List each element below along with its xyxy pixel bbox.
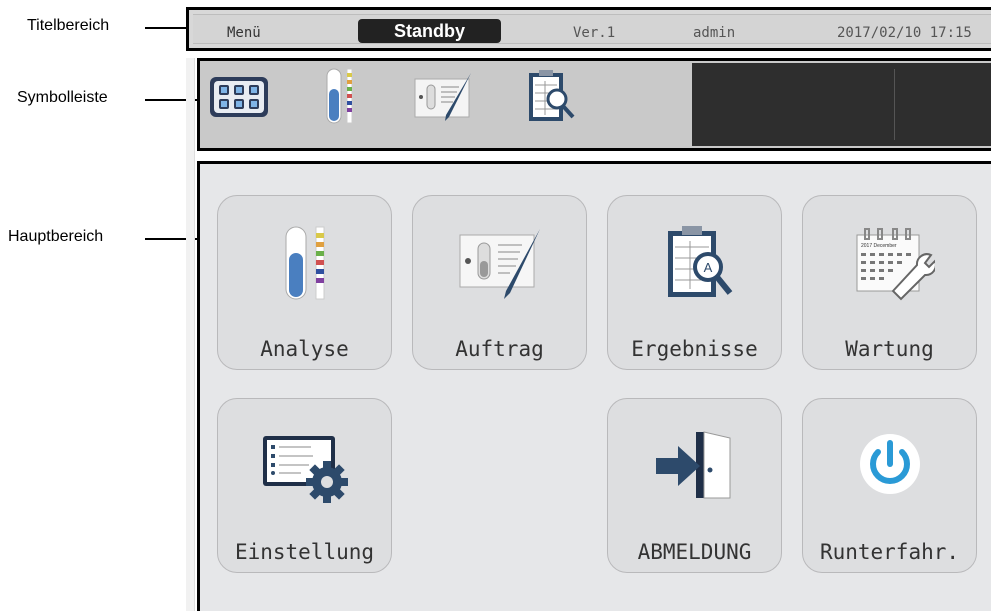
results-clipboard-icon [529, 70, 575, 121]
toolbar-results-button[interactable] [518, 65, 584, 129]
tile-label: Auftrag [455, 337, 544, 361]
datetime-label: 2017/02/10 17:15 [837, 25, 972, 41]
main-menu-icon [210, 77, 268, 117]
title-bar: Menü Standby Ver.1 admin 2017/02/10 17:1… [186, 7, 991, 51]
tile-ergebnisse[interactable]: A Ergebnisse [607, 195, 782, 370]
power-icon [859, 434, 920, 494]
test-tube-icon [326, 68, 353, 124]
test-tube-icon [285, 226, 324, 300]
results-clipboard-icon: A [667, 226, 732, 297]
logout-door-icon [655, 431, 730, 499]
tile-label: Wartung [845, 337, 934, 361]
tile-einstellung[interactable]: Einstellung [217, 398, 392, 573]
tile-label: Runterfahr. [819, 540, 960, 564]
tile-label: Ergebnisse [631, 337, 758, 361]
order-form-icon [414, 73, 471, 121]
status-badge: Standby [358, 19, 501, 43]
callout-title-area: Titelbereich [27, 17, 110, 34]
tile-runterfahren[interactable]: Runterfahr. [802, 398, 977, 573]
toolbar-order-button[interactable] [410, 65, 476, 129]
left-edge-strip [186, 58, 195, 611]
calendar-wrench-icon: 2017 December [856, 228, 935, 301]
tile-label: Einstellung [234, 540, 375, 564]
user-label: admin [693, 25, 736, 41]
tile-analyse[interactable]: Analyse [217, 195, 392, 370]
version-label: Ver.1 [573, 25, 616, 41]
settings-gear-icon [262, 436, 348, 503]
toolbar-dark-area [692, 63, 991, 146]
toolbar [197, 58, 991, 151]
tile-abmeldung[interactable]: ABMELDUNG [607, 398, 782, 573]
order-form-icon [459, 229, 540, 299]
callout-main-area: Hauptbereich [8, 228, 104, 245]
tile-wartung[interactable]: 2017 December Wartung [802, 195, 977, 370]
calendar-title-text: 2017 December [861, 243, 897, 249]
tile-label: ABMELDUNG [637, 540, 752, 564]
tile-auftrag[interactable]: Auftrag [412, 195, 587, 370]
toolbar-analysis-button[interactable] [306, 65, 372, 129]
toolbar-main-menu-button[interactable] [206, 65, 272, 129]
menu-button[interactable]: Menü [227, 25, 261, 41]
callout-toolbar: Symbolleiste [17, 89, 108, 106]
tile-label: Analyse [260, 337, 349, 361]
callout-line-title [145, 27, 186, 29]
main-area: Analyse Auftrag A Ergebnisse 2017 Decemb… [197, 161, 991, 611]
svg-text:A: A [703, 260, 712, 275]
